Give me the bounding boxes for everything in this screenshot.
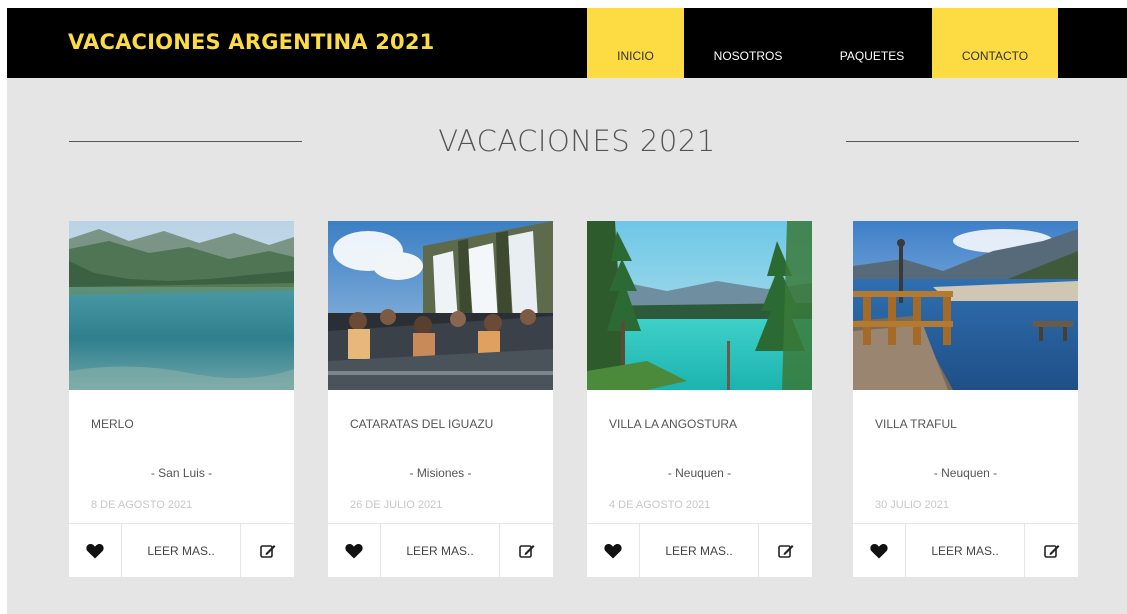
read-more-button[interactable]: LEER MAS.. xyxy=(122,524,241,577)
destination-card-villa-traful: VILLA TRAFUL - Neuquen - 30 JULIO 2021 L… xyxy=(853,221,1078,577)
destination-card-iguazu: CATARATAS DEL IGUAZU - Misiones - 26 DE … xyxy=(328,221,553,577)
card-image-villa-traful[interactable] xyxy=(853,221,1078,390)
read-more-button[interactable]: LEER MAS.. xyxy=(381,524,500,577)
heart-icon xyxy=(604,543,622,558)
like-button[interactable] xyxy=(853,524,906,577)
nav-inicio[interactable]: INICIO xyxy=(587,8,684,78)
read-more-button[interactable]: LEER MAS.. xyxy=(906,524,1025,577)
card-image-iguazu[interactable] xyxy=(328,221,553,390)
nav-nosotros[interactable]: NOSOTROS xyxy=(684,8,812,78)
card-date: 26 DE JULIO 2021 xyxy=(350,499,443,511)
card-title: CATARATAS DEL IGUAZU xyxy=(350,417,494,431)
heart-icon xyxy=(86,543,104,558)
top-navbar: VACACIONES ARGENTINA 2021 INICIO NOSOTRO… xyxy=(7,8,1127,78)
edit-icon xyxy=(518,544,534,558)
nav-paquetes[interactable]: PAQUETES xyxy=(812,8,932,78)
card-image-merlo[interactable] xyxy=(69,221,294,390)
edit-button[interactable] xyxy=(500,524,553,577)
card-region: - Misiones - xyxy=(409,466,472,480)
edit-icon xyxy=(777,544,793,558)
card-actions: LEER MAS.. xyxy=(69,523,294,577)
heading-rule-right xyxy=(846,141,1079,142)
card-actions: LEER MAS.. xyxy=(853,523,1078,577)
heart-icon xyxy=(870,543,888,558)
card-title: VILLA TRAFUL xyxy=(875,417,957,431)
edit-button[interactable] xyxy=(759,524,812,577)
card-date: 30 JULIO 2021 xyxy=(875,499,949,511)
like-button[interactable] xyxy=(69,524,122,577)
card-actions: LEER MAS.. xyxy=(587,523,812,577)
card-date: 8 DE AGOSTO 2021 xyxy=(91,499,193,511)
card-date: 4 DE AGOSTO 2021 xyxy=(609,499,711,511)
destination-card-villa-la-angostura: VILLA LA ANGOSTURA - Neuquen - 4 DE AGOS… xyxy=(587,221,812,577)
destination-card-merlo: MERLO - San Luis - 8 DE AGOSTO 2021 LEER… xyxy=(69,221,294,577)
card-actions: LEER MAS.. xyxy=(328,523,553,577)
site-brand[interactable]: VACACIONES ARGENTINA 2021 xyxy=(68,30,434,54)
heart-icon xyxy=(345,543,363,558)
like-button[interactable] xyxy=(328,524,381,577)
card-image-villa-la-angostura[interactable] xyxy=(587,221,812,390)
card-title: VILLA LA ANGOSTURA xyxy=(609,417,738,431)
like-button[interactable] xyxy=(587,524,640,577)
nav-contacto[interactable]: CONTACTO xyxy=(932,8,1058,78)
card-region: - San Luis - xyxy=(150,466,213,480)
edit-button[interactable] xyxy=(241,524,294,577)
edit-icon xyxy=(259,544,275,558)
card-region: - Neuquen - xyxy=(667,466,732,480)
section-title: VACACIONES 2021 xyxy=(438,124,716,158)
read-more-button[interactable]: LEER MAS.. xyxy=(640,524,759,577)
card-title: MERLO xyxy=(91,417,134,431)
heading-rule-left xyxy=(69,141,302,142)
page-frame: VACACIONES ARGENTINA 2021 INICIO NOSOTRO… xyxy=(7,8,1127,614)
edit-button[interactable] xyxy=(1025,524,1078,577)
edit-icon xyxy=(1043,544,1059,558)
card-region: - Neuquen - xyxy=(933,466,998,480)
